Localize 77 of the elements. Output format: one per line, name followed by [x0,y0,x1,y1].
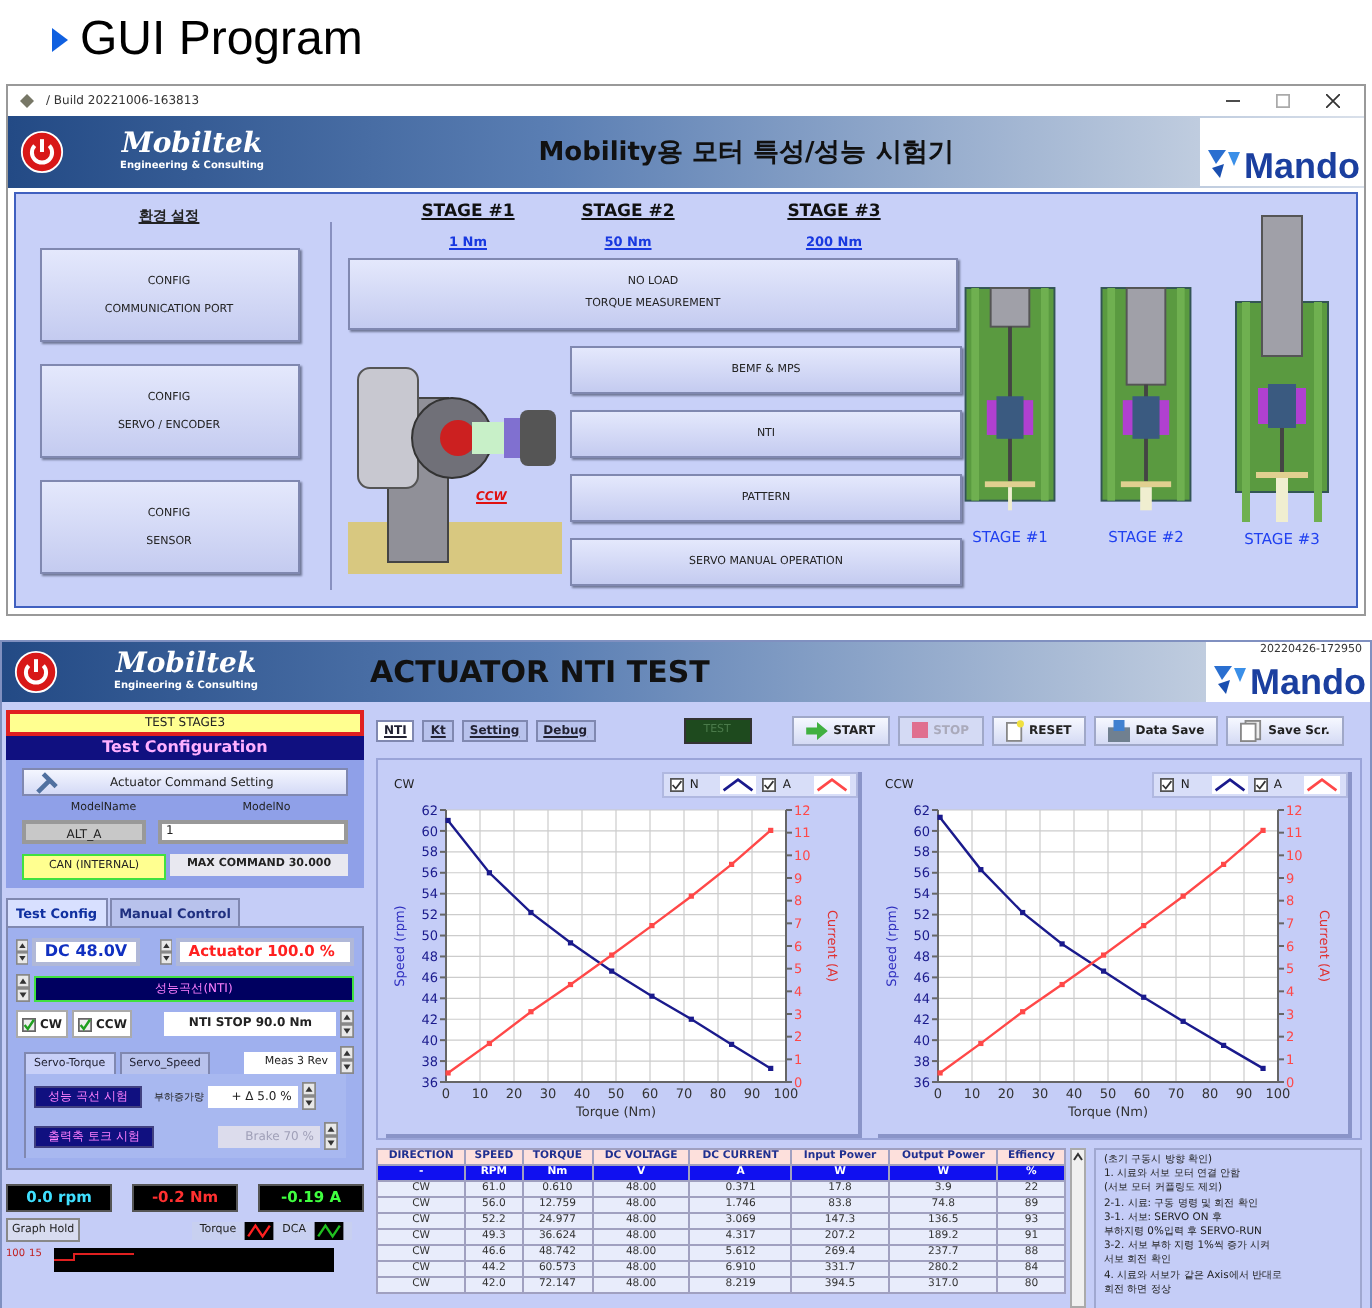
stage-title: STAGE #3 [787,202,881,222]
mando-logo: Mando [1200,118,1364,186]
legend-line-icon [720,776,757,794]
data-point [1019,1009,1025,1015]
app-icon [20,94,34,108]
scrollbar[interactable] [1070,1148,1086,1308]
spinner-arrows[interactable] [159,938,173,966]
square-icon [911,722,928,738]
data-point [1220,1042,1226,1048]
data-point [1179,1018,1185,1024]
data-point [649,993,655,999]
data-point [609,968,615,974]
data-point [688,1016,694,1022]
data-point [977,1040,983,1047]
data-point [1259,827,1265,833]
power-icon[interactable] [20,130,64,174]
data-point [1140,923,1146,929]
data-point [729,1041,735,1047]
data-point [1100,968,1106,974]
legend-checkbox[interactable] [669,778,684,792]
spinner-arrows[interactable] [340,1046,354,1074]
voltage-field[interactable]: DC 48.0V [32,938,141,966]
data-point [1100,952,1106,958]
legend-line-icon [1211,776,1248,794]
triangle-bullet-icon [52,28,68,52]
data-point [1058,941,1064,947]
legend-line-icon [813,776,849,794]
save-icon [1107,719,1130,741]
slide-title: GUI Program [80,12,363,68]
data-point [1220,861,1226,867]
legend-checkbox[interactable] [762,778,777,792]
minimize-icon[interactable] [1226,94,1240,108]
spinner-arrows[interactable] [16,938,29,966]
legend-line-icon [1304,776,1340,794]
data-point [1019,909,1025,916]
app-title: Mobility용 모터 특성/성능 시험기 [536,136,956,170]
data-point [445,817,451,824]
app-title: ACTUATOR NTI TEST [368,654,712,690]
data-point [486,870,492,876]
data-point [936,1070,942,1076]
data-point [1140,994,1146,1000]
data-point [486,1040,492,1047]
spinner-arrows[interactable] [16,974,30,1002]
data-point [688,893,694,899]
data-point [528,909,534,916]
data-point [977,867,983,873]
data-point [445,1070,451,1076]
data-point [649,923,655,929]
data-point [1058,981,1064,988]
data-point [1179,893,1185,899]
data-point [729,861,735,867]
logo-name: Mobiltek [115,650,257,680]
data-point [768,1065,774,1071]
legend-checkbox[interactable] [1160,778,1175,792]
panel-title: Test Configuration [6,736,364,760]
legend-line-icon [244,1221,275,1239]
data-point [1259,1065,1265,1071]
spinner-arrows[interactable] [301,1082,316,1110]
legend-checkbox[interactable] [1253,778,1268,792]
power-icon[interactable] [14,650,58,694]
data-point [567,981,574,988]
tools-icon [36,771,58,793]
data-point [768,827,774,833]
spinner-arrows[interactable] [324,1122,338,1150]
stage-title: STAGE #1 [421,202,515,222]
legend-line-icon [314,1221,344,1239]
close-icon[interactable] [1326,94,1340,108]
arrow-icon [805,721,828,739]
logo-name: Mobiltek [121,130,263,160]
spinner-arrows[interactable] [340,1010,354,1038]
data-point [528,1009,534,1015]
data-point [567,940,574,946]
data-point [936,814,942,820]
document-icon [1005,719,1024,741]
data-point [609,952,615,958]
pages-icon [1240,719,1263,741]
stage-title: STAGE #2 [581,202,675,222]
